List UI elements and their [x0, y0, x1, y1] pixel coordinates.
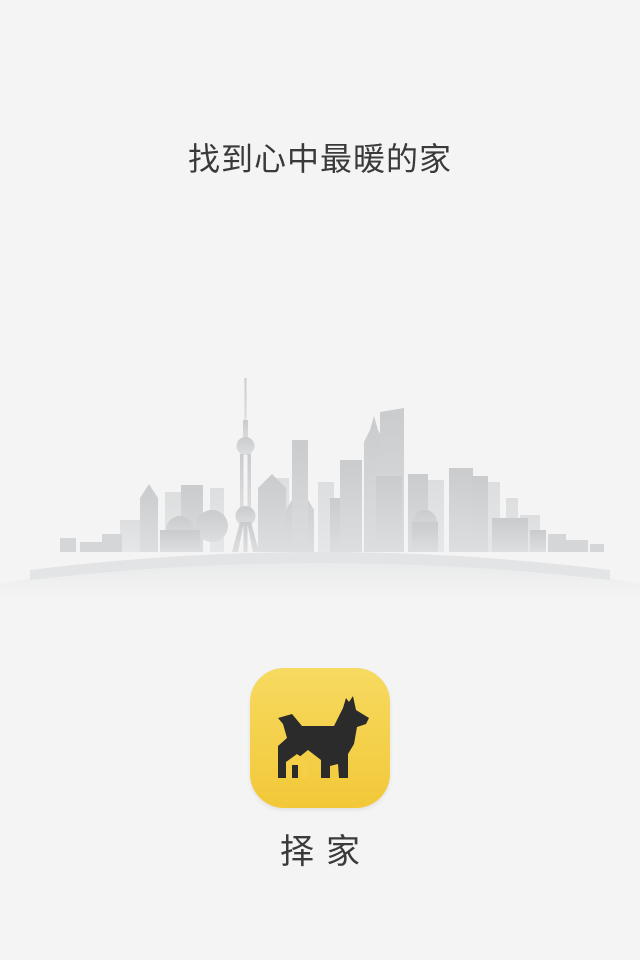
dog-house-logo-icon [278, 696, 369, 778]
splash-screen: 找到心中最暖的家 择家 [0, 0, 640, 960]
app-name: 择家 [280, 832, 372, 872]
city-skyline-illustration [0, 378, 640, 600]
splash-tagline: 找到心中最暖的家 [187, 140, 452, 178]
app-logo [250, 668, 390, 808]
